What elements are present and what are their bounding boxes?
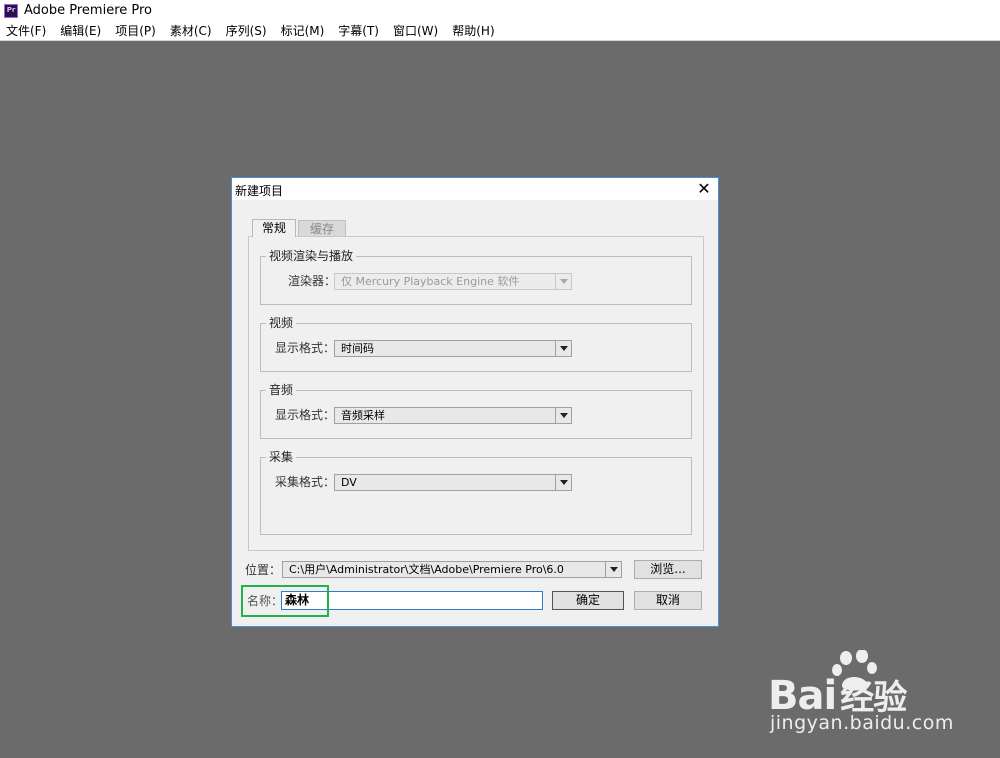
capture-format-select[interactable]: DV (334, 474, 572, 491)
audio-format-label: 显示格式： (275, 408, 336, 422)
capture-group: 采集 采集格式： DV (260, 450, 692, 535)
dialog-titlebar: 新建项目 ✕ (232, 178, 718, 200)
menu-title[interactable]: 字幕(T) (331, 22, 386, 39)
menu-clip[interactable]: 素材(C) (163, 22, 219, 39)
chevron-down-icon[interactable] (555, 341, 571, 356)
chevron-down-icon[interactable] (605, 562, 621, 577)
baidu-jingyan-watermark: Bai 经验 jingyan.baidu.com (768, 650, 968, 740)
app-titlebar: Pr Adobe Premiere Pro (0, 0, 1000, 21)
menu-window[interactable]: 窗口(W) (386, 22, 445, 39)
renderer-select: 仅 Mercury Playback Engine 软件 (334, 273, 572, 290)
menu-file[interactable]: 文件(F) (0, 22, 53, 39)
audio-format-value: 音频采样 (341, 409, 385, 422)
chevron-down-icon[interactable] (555, 475, 571, 490)
ok-button[interactable]: 确定 (552, 591, 624, 610)
tab-general[interactable]: 常规 (252, 219, 296, 237)
name-label: 名称： (247, 594, 284, 608)
capture-format-label: 采集格式： (275, 475, 336, 489)
menu-edit[interactable]: 编辑(E) (53, 22, 108, 39)
location-value: C:\用户\Administrator\文档\Adobe\Premiere Pr… (289, 563, 564, 576)
render-playback-group: 视频渲染与播放 渲染器： 仅 Mercury Playback Engine 软… (260, 249, 692, 305)
project-name-input[interactable]: 森林 (281, 591, 543, 610)
menu-help[interactable]: 帮助(H) (445, 22, 501, 39)
video-format-value: 时间码 (341, 342, 374, 355)
video-display-format-select[interactable]: 时间码 (334, 340, 572, 357)
close-icon[interactable]: ✕ (694, 179, 714, 199)
renderer-label: 渲染器： (288, 274, 337, 288)
new-project-dialog: 新建项目 ✕ 常规 缓存 视频渲染与播放 渲染器： 仅 Mercury Play… (231, 177, 719, 627)
audio-group-title: 音频 (266, 383, 297, 397)
dialog-title: 新建项目 (235, 184, 284, 198)
watermark-url: jingyan.baidu.com (770, 712, 954, 734)
video-group: 视频 显示格式： 时间码 (260, 316, 692, 372)
location-select[interactable]: C:\用户\Administrator\文档\Adobe\Premiere Pr… (282, 561, 622, 578)
menu-marker[interactable]: 标记(M) (274, 22, 332, 39)
location-label: 位置： (245, 563, 282, 577)
audio-group: 音频 显示格式： 音频采样 (260, 383, 692, 439)
menu-project[interactable]: 项目(P) (108, 22, 163, 39)
browse-button[interactable]: 浏览... (634, 560, 702, 579)
video-format-label: 显示格式： (275, 341, 336, 355)
app-title: Adobe Premiere Pro (24, 3, 153, 18)
video-group-title: 视频 (266, 316, 297, 330)
capture-format-value: DV (341, 476, 357, 489)
audio-display-format-select[interactable]: 音频采样 (334, 407, 572, 424)
app-logo-text: Pr (6, 6, 16, 14)
render-group-title: 视频渲染与播放 (266, 249, 357, 263)
renderer-value: 仅 Mercury Playback Engine 软件 (341, 275, 520, 288)
chevron-down-icon (555, 274, 571, 289)
menu-sequence[interactable]: 序列(S) (219, 22, 274, 39)
menu-bar: 文件(F) 编辑(E) 项目(P) 素材(C) 序列(S) 标记(M) 字幕(T… (0, 21, 1000, 41)
cancel-button[interactable]: 取消 (634, 591, 702, 610)
chevron-down-icon[interactable] (555, 408, 571, 423)
general-tab-panel: 视频渲染与播放 渲染器： 仅 Mercury Playback Engine 软… (248, 236, 704, 551)
capture-group-title: 采集 (266, 450, 297, 464)
tab-cache[interactable]: 缓存 (298, 220, 346, 237)
premiere-logo-icon: Pr (4, 3, 18, 18)
